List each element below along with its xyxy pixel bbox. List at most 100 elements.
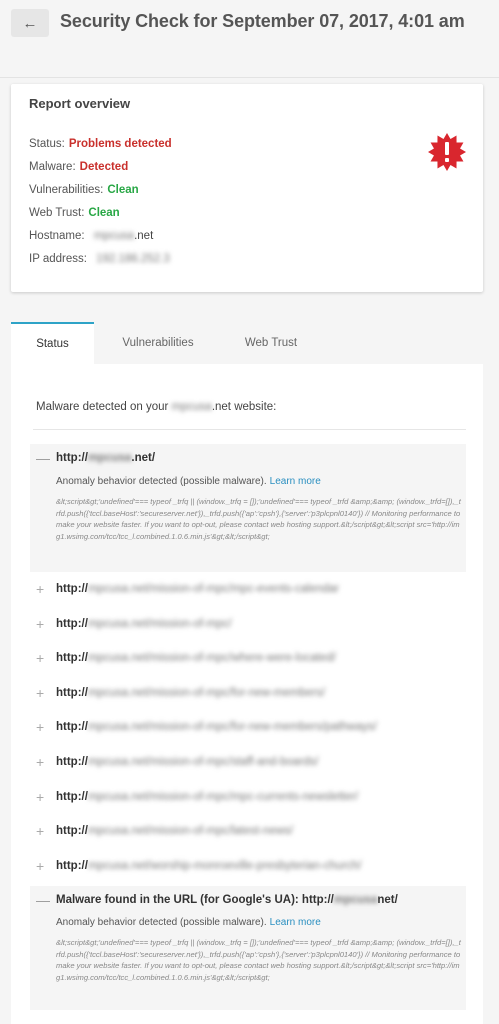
url-row[interactable]: + http://mpcusa.net/mission-of-mpc/mpc-cu…: [30, 788, 466, 808]
google-ua-entry-expanded[interactable]: — Malware found in the URL (for Google's…: [30, 886, 466, 1010]
status-value: Problems detected: [68, 138, 172, 150]
expand-icon[interactable]: +: [36, 650, 44, 666]
malware-label: Malware:: [29, 161, 76, 173]
description-text: Anomaly behavior detected (possible malw…: [56, 917, 267, 928]
url-redacted: mpcusa.net/mission-of-mpc/where-were-loc…: [87, 652, 336, 664]
intro-domain-redacted: mpcusa: [171, 401, 212, 413]
url-row[interactable]: + http://mpcusa.net/worship-monroeville-p…: [30, 857, 466, 877]
vulnerabilities-label: Vulnerabilities:: [29, 184, 104, 196]
url-redacted: mpcusa.net/mission-of-mpc/for-new-member…: [87, 721, 377, 733]
vulnerabilities-row: Vulnerabilities: Clean: [29, 184, 139, 196]
url-text[interactable]: http://mpcusa.net/mission-of-mpc/for-new…: [56, 721, 377, 733]
url-text[interactable]: http://mpcusa.net/worship-monroeville-pr…: [56, 860, 362, 872]
url-redacted: mpcusa.net/mission-of-mpc/latest-news/: [87, 825, 294, 837]
intro-suffix: .net website:: [211, 401, 277, 413]
url-row[interactable]: + http://mpcusa.net/mission-of-mpc/for-ne…: [30, 684, 466, 704]
back-button[interactable]: ←: [11, 9, 49, 37]
entry-description: Anomaly behavior detected (possible malw…: [56, 476, 321, 487]
url-prefix: http://: [56, 756, 88, 768]
report-overview-title: Report overview: [29, 96, 131, 111]
web-trust-row: Web Trust: Clean: [29, 207, 120, 219]
url-redacted: mpcusa: [87, 452, 132, 464]
google-ua-url[interactable]: Malware found in the URL (for Google's U…: [56, 894, 398, 906]
learn-more-link[interactable]: Learn more: [270, 917, 321, 928]
tab-status[interactable]: Status: [11, 322, 94, 364]
url-text[interactable]: http://mpcusa.net/mission-of-mpc/mpc-eve…: [56, 583, 339, 595]
expand-icon[interactable]: +: [36, 823, 44, 839]
tab-web-trust[interactable]: Web Trust: [221, 322, 321, 364]
url-text[interactable]: http://mpcusa.net/mission-of-mpc/for-new…: [56, 687, 325, 699]
url-text[interactable]: http://mpcusa.net/mission-of-mpc/where-w…: [56, 652, 336, 664]
url-prefix: http://: [56, 825, 88, 837]
url-row[interactable]: + http://mpcusa.net/mission-of-mpc/mpc-ev…: [30, 580, 466, 600]
url-row[interactable]: + http://mpcusa.net/mission-of-mpc/latest…: [30, 822, 466, 842]
google-ua-prefix: Malware found in the URL (for Google's U…: [56, 894, 334, 906]
collapse-icon[interactable]: —: [36, 892, 50, 908]
ip-redacted: 192.186.252.3: [96, 253, 170, 265]
malware-value: Detected: [79, 161, 129, 173]
hostname-tld: .net: [134, 230, 154, 242]
tab-vulnerabilities[interactable]: Vulnerabilities: [103, 322, 213, 364]
expand-icon[interactable]: +: [36, 754, 44, 770]
url-redacted: mpcusa.net/mission-of-mpc/mpc-currents-n…: [87, 791, 359, 803]
url-prefix: http://: [56, 618, 88, 630]
expand-icon[interactable]: +: [36, 581, 44, 597]
malware-row: Malware: Detected: [29, 161, 128, 173]
entry-url[interactable]: http://mpcusa.net/: [56, 452, 155, 464]
url-prefix: http://: [56, 452, 88, 464]
malware-entry-expanded[interactable]: — http://mpcusa.net/ Anomaly behavior de…: [30, 444, 466, 572]
url-redacted: mpcusa.net/mission-of-mpc/: [87, 618, 232, 630]
vulnerabilities-value: Clean: [107, 184, 139, 196]
web-trust-label: Web Trust:: [29, 207, 85, 219]
url-text[interactable]: http://mpcusa.net/mission-of-mpc/mpc-cur…: [56, 791, 358, 803]
learn-more-link[interactable]: Learn more: [270, 476, 321, 487]
google-ua-description: Anomaly behavior detected (possible malw…: [56, 917, 321, 928]
google-ua-redacted: mpcusa: [333, 894, 378, 906]
intro-divider: [33, 429, 466, 430]
url-prefix: http://: [56, 583, 88, 595]
top-bar: ← Security Check for September 07, 2017,…: [0, 0, 499, 48]
expand-icon[interactable]: +: [36, 616, 44, 632]
description-text: Anomaly behavior detected (possible malw…: [56, 476, 267, 487]
url-redacted: mpcusa.net/worship-monroeville-presbyter…: [87, 860, 362, 872]
url-row[interactable]: + http://mpcusa.net/mission-of-mpc/: [30, 615, 466, 635]
hostname-label: Hostname:: [29, 230, 85, 242]
url-prefix: http://: [56, 721, 88, 733]
expand-icon[interactable]: +: [36, 685, 44, 701]
google-ua-suffix: net/: [377, 894, 398, 906]
back-arrow-icon: ←: [22, 14, 38, 32]
malware-code-snippet: &lt;script&gt;'undefined'=== typeof _trf…: [56, 497, 461, 541]
header-divider: [0, 77, 499, 78]
status-row: Status: Problems detected: [29, 138, 172, 150]
ip-row: IP address: 192.186.252.3: [29, 253, 170, 265]
url-suffix: .net/: [131, 452, 156, 464]
url-text[interactable]: http://mpcusa.net/mission-of-mpc/latest-…: [56, 825, 293, 837]
hostname-redacted: mpcusa: [93, 230, 135, 242]
url-row[interactable]: + http://mpcusa.net/mission-of-mpc/where-…: [30, 649, 466, 669]
report-overview-card: Report overview Status: Problems detected…: [11, 84, 483, 292]
url-redacted: mpcusa.net/mission-of-mpc/mpc-events-cal…: [87, 583, 340, 595]
collapse-icon[interactable]: —: [36, 450, 50, 466]
ip-label: IP address:: [29, 253, 87, 265]
alert-burst-icon: [428, 133, 466, 171]
hostname-row: Hostname: mpcusa.net: [29, 230, 153, 242]
status-label: Status:: [29, 138, 65, 150]
expand-icon[interactable]: +: [36, 789, 44, 805]
url-text[interactable]: http://mpcusa.net/mission-of-mpc/: [56, 618, 232, 630]
google-ua-code-snippet: &lt;script&gt;'undefined'=== typeof _trf…: [56, 938, 461, 982]
url-prefix: http://: [56, 791, 88, 803]
expand-icon[interactable]: +: [36, 719, 44, 735]
status-panel: Malware detected on your mpcusa.net webs…: [11, 364, 483, 1024]
url-row[interactable]: + http://mpcusa.net/mission-of-mpc/for-ne…: [30, 718, 466, 738]
url-text[interactable]: http://mpcusa.net/mission-of-mpc/staff-a…: [56, 756, 318, 768]
url-row[interactable]: + http://mpcusa.net/mission-of-mpc/staff-…: [30, 753, 466, 773]
expand-icon[interactable]: +: [36, 858, 44, 874]
web-trust-value: Clean: [88, 207, 120, 219]
url-redacted: mpcusa.net/mission-of-mpc/for-new-member…: [87, 687, 326, 699]
url-prefix: http://: [56, 687, 88, 699]
url-redacted: mpcusa.net/mission-of-mpc/staff-and-boar…: [87, 756, 319, 768]
url-prefix: http://: [56, 652, 88, 664]
malware-intro-text: Malware detected on your mpcusa.net webs…: [36, 401, 276, 413]
url-prefix: http://: [56, 860, 88, 872]
page-title: Security Check for September 07, 2017, 4…: [60, 11, 465, 31]
